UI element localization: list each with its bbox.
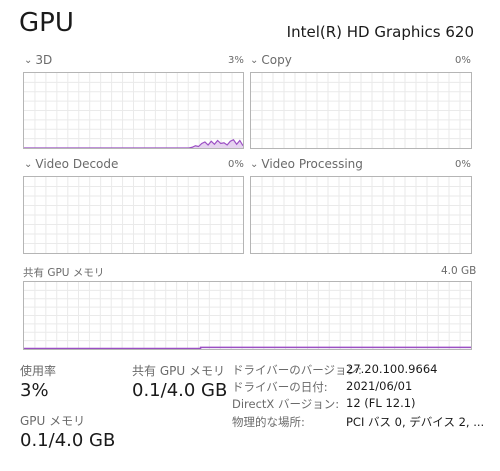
dedicated-memory-label: GPU メモリ (20, 414, 86, 428)
directx-version-value: 12 (FL 12.1) (346, 396, 416, 410)
chevron-down-icon: ⌄ (250, 54, 259, 66)
graph-video-decode-svg (24, 177, 243, 253)
usage-value: 3% (20, 380, 49, 401)
driver-date-key: ドライバーの日付: (232, 380, 328, 394)
directx-version-key: DirectX バージョン: (232, 397, 340, 411)
shared-memory-max: 4.0 GB (441, 265, 477, 277)
engine-copy-label: Copy (261, 53, 292, 67)
usage-label: 使用率 (20, 364, 57, 378)
graph-shared-memory-svg (24, 282, 471, 349)
engine-3d-header[interactable]: ⌄ 3D (24, 53, 52, 67)
graph-video-processing (250, 176, 472, 254)
graph-shared-memory (23, 281, 472, 350)
shared-memory-line (24, 346, 471, 349)
engine-3d-label: 3D (35, 53, 53, 67)
engine-video-processing-label: Video Processing (261, 157, 363, 171)
engine-copy-pct: 0% (455, 55, 471, 66)
shared-memory-label: 共有 GPU メモリ (23, 267, 105, 279)
engine-video-decode-pct: 0% (228, 159, 244, 170)
graph-video-decode (23, 176, 244, 254)
driver-date-value: 2021/06/01 (346, 379, 413, 393)
graph-copy-svg (251, 73, 471, 148)
engine-copy-header[interactable]: ⌄ Copy (250, 53, 292, 67)
engine-video-decode-label: Video Decode (35, 157, 119, 171)
shared-memory-stat-value: 0.1/4.0 GB (132, 380, 228, 401)
graph-copy (250, 72, 472, 149)
engine-video-processing-header[interactable]: ⌄ Video Processing (250, 157, 363, 171)
graph-video-processing-svg (251, 177, 471, 253)
dedicated-memory-value: 0.1/4.0 GB (20, 430, 116, 451)
graph-3d (23, 72, 244, 149)
physical-location-value: PCI バス 0, デバイス 2, ... (346, 415, 485, 429)
driver-version-value: 27.20.100.9664 (346, 362, 438, 376)
physical-location-key: 物理的な場所: (232, 415, 305, 429)
page-title: GPU (19, 8, 74, 38)
chevron-down-icon: ⌄ (250, 158, 259, 170)
chevron-down-icon: ⌄ (24, 54, 33, 66)
engine-3d-pct: 3% (228, 55, 244, 66)
graph-3d-svg (24, 73, 243, 148)
engine-video-decode-header[interactable]: ⌄ Video Decode (24, 157, 118, 171)
driver-version-key: ドライバーのバージョン: (232, 363, 362, 377)
engine-video-processing-pct: 0% (455, 159, 471, 170)
gpu-model-name: Intel(R) HD Graphics 620 (286, 23, 474, 41)
shared-memory-stat-label: 共有 GPU メモリ (132, 364, 225, 378)
chevron-down-icon: ⌄ (24, 158, 33, 170)
